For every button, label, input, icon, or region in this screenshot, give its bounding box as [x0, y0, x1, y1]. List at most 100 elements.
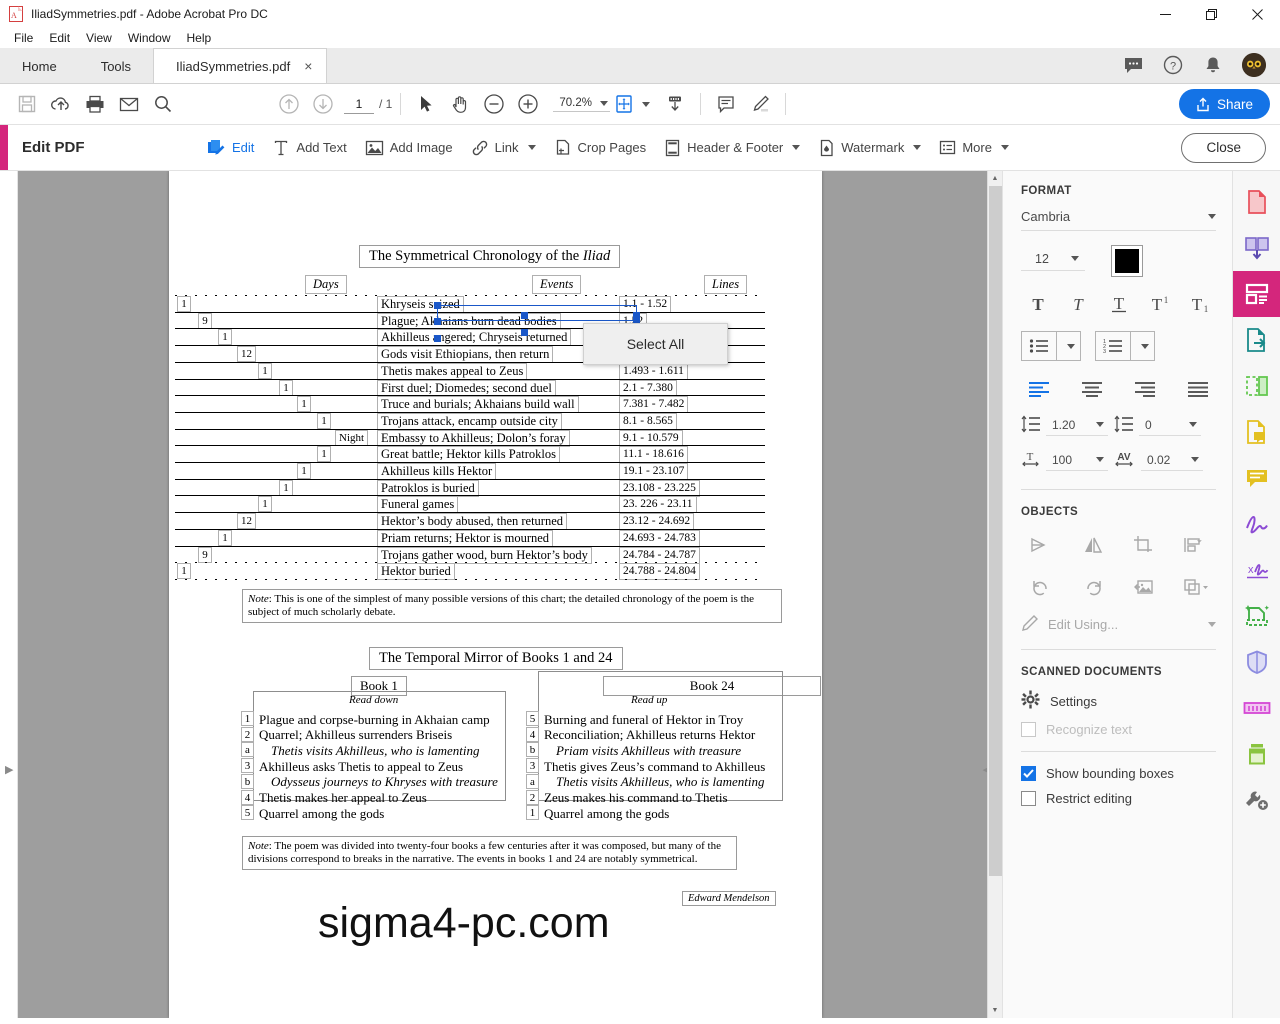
recognize-text-checkbox[interactable] [1021, 722, 1036, 737]
replace-image-icon[interactable] [1124, 572, 1164, 602]
close-button[interactable] [1234, 0, 1280, 28]
bell-icon[interactable] [1202, 54, 1224, 76]
book1-row-mark[interactable]: 4 [241, 789, 254, 805]
chart1-lines-cell[interactable]: 11.1 - 18.616 [619, 446, 688, 464]
selection-handle[interactable] [521, 329, 528, 336]
bullet-list-chevron-down-icon[interactable] [1056, 332, 1080, 360]
upload-cloud-icon[interactable] [44, 87, 78, 121]
chart1-day-cell[interactable]: 12 [237, 346, 256, 363]
selection-handle[interactable] [521, 312, 528, 319]
crop-pages-button[interactable]: Crop Pages [545, 132, 656, 164]
align-left-icon[interactable] [1021, 375, 1057, 403]
page-number-input[interactable] [344, 94, 374, 114]
hand-tool-icon[interactable] [443, 87, 477, 121]
chart1-day-cell[interactable]: 1 [279, 379, 293, 396]
edit-using-selector[interactable]: Edit Using... [1021, 614, 1216, 639]
chart1-event-cell[interactable]: Priam returns; Hektor is mourned [377, 529, 554, 547]
selection-rectangle-1[interactable] [437, 305, 637, 321]
chart1-event-cell[interactable]: Embassy to Akhilleus; Dolon’s foray [377, 429, 570, 447]
book1-row-mark[interactable]: 1 [241, 711, 254, 726]
restrict-editing-checkbox[interactable] [1021, 791, 1036, 806]
book1-row-mark[interactable]: 3 [241, 758, 254, 774]
book1-row-mark[interactable]: a [241, 742, 254, 758]
vertical-scrollbar[interactable]: ▲ ▼ [987, 171, 1002, 1018]
edit-button[interactable]: Edit [197, 132, 263, 164]
chart1-event-cell[interactable]: Trojans attack, encamp outside city [377, 412, 562, 430]
chart1-lines-cell[interactable]: 23.12 - 24.692 [619, 513, 695, 531]
measure-icon[interactable] [1233, 685, 1280, 731]
menu-window[interactable]: Window [120, 29, 179, 47]
character-spacing-selector[interactable]: 0.02 [1141, 453, 1203, 471]
close-icon[interactable]: × [304, 59, 312, 73]
email-icon[interactable] [112, 87, 146, 121]
subscript-icon[interactable]: T1 [1182, 289, 1216, 319]
export-pdf-icon[interactable] [1233, 317, 1280, 363]
align-center-icon[interactable] [1074, 375, 1110, 403]
comment-icon[interactable] [1233, 455, 1280, 501]
selection-handle[interactable] [434, 318, 441, 325]
print-production-icon[interactable] [1233, 731, 1280, 777]
menu-view[interactable]: View [78, 29, 120, 47]
book24-row-mark[interactable]: 5 [526, 711, 539, 726]
protect-icon[interactable] [1233, 639, 1280, 685]
chart1-event-cell[interactable]: Gods visit Ethiopians, then return [377, 346, 554, 364]
zoom-out-icon[interactable] [477, 87, 511, 121]
align-objects-icon[interactable] [1176, 530, 1216, 560]
search-icon[interactable] [146, 87, 180, 121]
select-tool-icon[interactable] [409, 87, 443, 121]
numbered-list-icon[interactable]: 123 [1096, 332, 1130, 360]
chart1-event-cell[interactable]: Hektor’s body abused, then returned [377, 513, 568, 531]
chart1-event-cell[interactable]: Trojans gather wood, burn Hektor’s body [377, 546, 592, 564]
avatar[interactable] [1242, 53, 1266, 77]
arrange-icon[interactable] [1176, 572, 1216, 602]
book24-row-text[interactable]: Thetis visits Akhilleus, who is lamentin… [556, 774, 764, 790]
watermark-button[interactable]: Watermark [809, 132, 930, 164]
chart1-title[interactable]: The Symmetrical Chronology of the Iliad [359, 245, 621, 268]
column-header-events[interactable]: Events [532, 275, 582, 294]
document-viewport[interactable]: The Symmetrical Chronology of the Iliad … [18, 171, 1002, 1018]
chart1-lines-cell[interactable]: 8.1 - 8.565 [619, 412, 677, 430]
align-right-icon[interactable] [1127, 375, 1163, 403]
more-tools-icon[interactable] [1233, 777, 1280, 823]
fit-page-icon[interactable] [610, 87, 638, 121]
book24-row-mark[interactable]: b [526, 742, 539, 758]
add-image-button[interactable]: Add Image [356, 132, 462, 164]
book24-row-mark[interactable]: 3 [526, 758, 539, 774]
book1-row-text[interactable]: Thetis visits Akhilleus, who is lamentin… [271, 743, 479, 759]
recognize-text-row[interactable]: Recognize text [1021, 722, 1216, 737]
font-size-selector[interactable]: 12 [1021, 252, 1085, 271]
chart1-day-cell[interactable]: 1 [297, 396, 311, 413]
show-bounding-boxes-checkbox[interactable] [1021, 766, 1036, 781]
chart1-event-cell[interactable]: Truce and burials; Akhaians build wall [377, 396, 579, 414]
chart2-note[interactable]: Note: The poem was divided into twenty-f… [242, 836, 737, 870]
chart1-day-cell[interactable]: 12 [237, 513, 256, 530]
chart1-event-cell[interactable]: Akhilleus angered; Chryseis returned [377, 329, 572, 347]
book1-row-mark[interactable]: 2 [241, 726, 254, 742]
enhance-scans-icon[interactable] [1233, 593, 1280, 639]
chart1-day-cell[interactable]: 1 [218, 529, 232, 546]
fit-page-chevron-down-icon[interactable] [641, 101, 650, 107]
chart1-day-cell[interactable]: 9 [198, 312, 212, 329]
chart1-note[interactable]: Note: This is one of the simplest of man… [242, 589, 782, 623]
highlight-icon[interactable] [743, 87, 777, 121]
chart1-lines-cell[interactable]: 19.1 - 23.107 [619, 463, 689, 480]
chart1-day-cell[interactable]: 1 [317, 412, 331, 429]
chart1-lines-cell[interactable]: 1.493 - 1.611 [619, 362, 688, 380]
book1-row-text[interactable]: Plague and corpse-burning in Akhaian cam… [259, 712, 490, 728]
chart1-event-cell[interactable]: Akhilleus kills Hektor [377, 463, 497, 480]
maximize-button[interactable] [1188, 0, 1234, 28]
chart1-day-cell[interactable]: 1 [177, 296, 191, 312]
numbered-list-group[interactable]: 123 [1095, 331, 1155, 361]
scrollbar-thumb[interactable] [989, 186, 1002, 876]
close-edit-button[interactable]: Close [1181, 132, 1266, 163]
chart1-event-cell[interactable]: Funeral games [377, 496, 459, 514]
column-header-days[interactable]: Days [305, 275, 347, 294]
left-panel-rail[interactable]: ▶ [0, 171, 18, 1018]
next-page-icon[interactable] [306, 87, 340, 121]
scroll-down-icon[interactable]: ▼ [988, 1003, 1002, 1018]
chart1-event-cell[interactable]: Thetis makes appeal to Zeus [377, 362, 528, 380]
book24-row-text[interactable]: Priam visits Akhilleus with treasure [556, 743, 741, 759]
print-icon[interactable] [78, 87, 112, 121]
numbered-list-chevron-down-icon[interactable] [1130, 332, 1154, 360]
line-spacing-selector[interactable]: 1.20 [1046, 418, 1108, 436]
